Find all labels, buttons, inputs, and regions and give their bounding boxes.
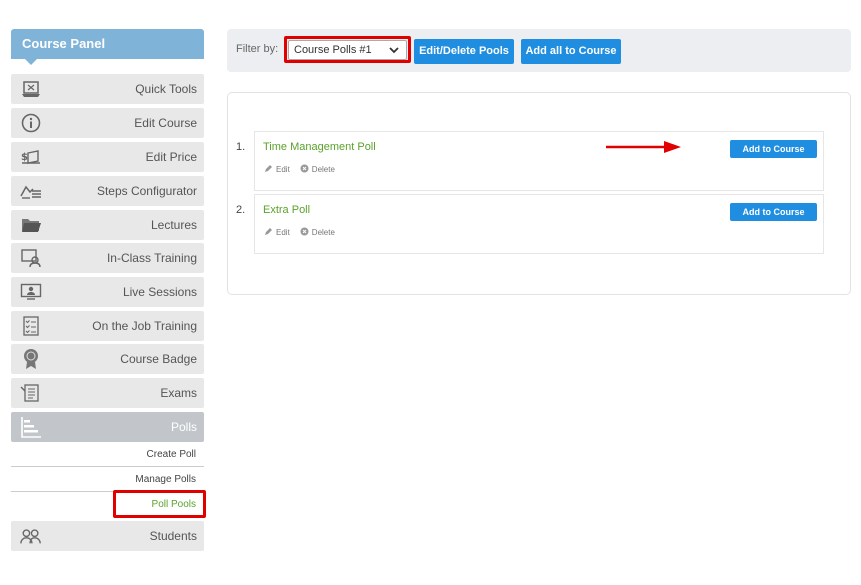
sidebar-item-quick-tools[interactable]: Quick Tools [11,74,204,104]
subitem-manage-polls[interactable]: Manage Polls [11,468,204,492]
add-to-course-button[interactable]: Add to Course [730,140,817,158]
sidebar-item-label: Lectures [150,218,197,232]
list-item: 1. Time Management Poll Edit Delete Add … [236,131,824,191]
sidebar-item-polls[interactable]: Polls [11,412,204,442]
sidebar-item-label: Quick Tools [135,82,197,96]
svg-text:$: $ [21,152,28,163]
money-icon: $ [20,147,42,167]
sidebar-item-label: On the Job Training [92,319,197,333]
delete-icon [300,227,309,238]
poll-actions: Edit Delete [264,227,335,238]
subitem-create-poll[interactable]: Create Poll [11,443,204,467]
sidebar-item-label: Edit Price [145,150,197,164]
sidebar-item-course-badge[interactable]: Course Badge [11,344,204,374]
arrow-right-icon [606,141,681,153]
sidebar-item-label: Live Sessions [122,285,197,299]
delete-label: Delete [311,165,335,174]
sidebar-item-label: Steps Configurator [96,184,197,198]
sidebar-item-steps-configurator[interactable]: Steps Configurator [11,176,204,206]
info-icon [20,113,42,133]
sidebar-item-lectures[interactable]: Lectures [11,210,204,240]
sidebar-item-label: In-Class Training [106,251,197,265]
edit-delete-pools-button[interactable]: Edit/Delete Pools [414,39,514,64]
monitor-user-icon [20,282,42,302]
delete-icon [300,164,309,175]
folder-icon [20,215,42,235]
pencil-icon [264,227,273,238]
filter-select-highlight [284,36,411,63]
bar-chart-icon [20,417,42,438]
sidebar-item-label: Edit Course [134,116,197,130]
poll-number: 2. [236,204,246,216]
steps-icon [20,181,42,201]
sidebar-item-live-sessions[interactable]: Live Sessions [11,277,204,307]
delete-link[interactable]: Delete [300,164,335,175]
sidebar-item-label: Exams [160,386,197,400]
poll-title[interactable]: Time Management Poll [263,141,376,153]
filter-label: Filter by: [236,43,279,55]
edit-link[interactable]: Edit [264,164,290,175]
edit-link[interactable]: Edit [264,227,290,238]
sidebar-item-edit-course[interactable]: Edit Course [11,108,204,138]
poll-pool-card: 1. Time Management Poll Edit Delete Add … [227,92,851,295]
poll-number: 1. [236,141,246,153]
sidebar-item-on-the-job-training[interactable]: On the Job Training [11,311,204,341]
checklist-icon [20,316,42,336]
exam-icon [20,383,42,403]
course-panel-sidebar: Course Panel [11,29,204,65]
sidebar-item-exams[interactable]: Exams [11,378,204,408]
sidebar-item-in-class-training[interactable]: In-Class Training [11,243,204,273]
poll-pools-highlight [113,490,206,518]
edit-label: Edit [276,228,290,237]
edit-label: Edit [276,165,290,174]
list-item: 2. Extra Poll Edit Delete Add to Course [236,194,824,254]
delete-link[interactable]: Delete [300,227,335,238]
students-icon [20,526,42,546]
pencil-icon [264,164,273,175]
quick-tools-icon [20,79,42,99]
sidebar-item-label: Polls [170,420,197,434]
sidebar-item-edit-price[interactable]: $ Edit Price [11,142,204,172]
classroom-icon [20,248,42,268]
sidebar-item-students[interactable]: Students [11,521,204,551]
course-panel-title: Course Panel [11,29,204,65]
add-all-to-course-button[interactable]: Add all to Course [521,39,621,64]
delete-label: Delete [311,228,335,237]
badge-icon [20,349,42,369]
sidebar-item-label: Course Badge [120,352,197,366]
add-to-course-button[interactable]: Add to Course [730,203,817,221]
poll-title[interactable]: Extra Poll [263,204,310,216]
poll-actions: Edit Delete [264,164,335,175]
sidebar-item-label: Students [149,529,197,543]
